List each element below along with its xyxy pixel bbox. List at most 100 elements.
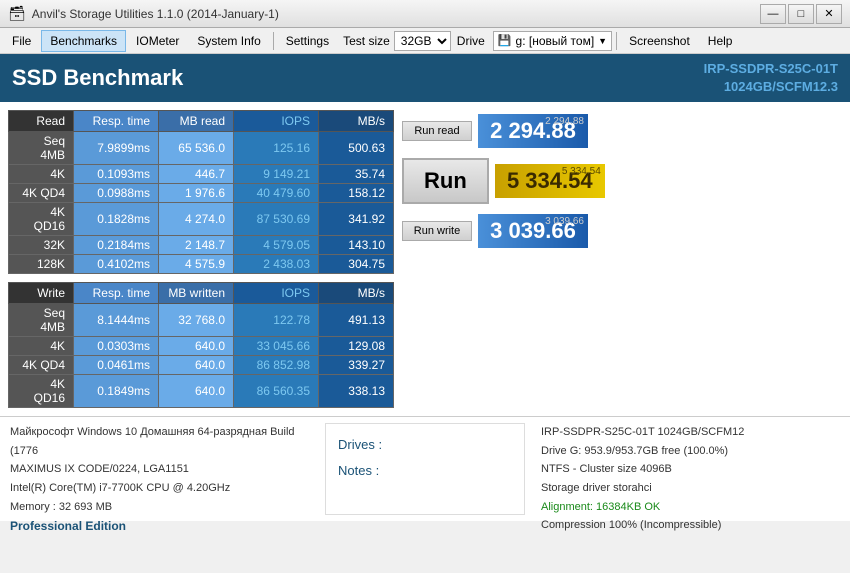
menu-system-info[interactable]: System Info bbox=[189, 30, 268, 52]
drive-icon: 💾 bbox=[498, 34, 512, 47]
footer-cpu: Intel(R) Core(TM) i7-7700K CPU @ 4.20GHz bbox=[10, 479, 309, 498]
read-header-mbs: MB/s bbox=[319, 111, 394, 132]
write-cell-2-4: 339.27 bbox=[319, 356, 394, 375]
test-size-control: Test size 32GB bbox=[343, 31, 451, 51]
footer-middle: Drives : Notes : bbox=[325, 423, 525, 515]
read-cell-2-3: 40 479.60 bbox=[234, 184, 319, 203]
drive-control: Drive 💾 g: [новый том] ▼ bbox=[457, 31, 612, 51]
close-button[interactable]: ✕ bbox=[816, 4, 842, 24]
ssd-model: IRP-SSDPR-S25C-01T 1024GB/SCFM12.3 bbox=[704, 60, 838, 96]
read-table-row: 4K QD160.1828ms4 274.087 530.69341.92 bbox=[9, 203, 394, 236]
menu-help[interactable]: Help bbox=[700, 30, 741, 52]
write-table-row: 4K0.0303ms640.033 045.66129.08 bbox=[9, 337, 394, 356]
menu-benchmarks[interactable]: Benchmarks bbox=[41, 30, 126, 52]
right-scores-panel: Run read 2 294.88 2 294.88 Run 5 334.54 … bbox=[402, 110, 605, 408]
write-cell-2-3: 86 852.98 bbox=[234, 356, 319, 375]
read-cell-4-0: 32K bbox=[9, 236, 74, 255]
read-cell-5-4: 304.75 bbox=[319, 255, 394, 274]
drive-name: g: [новый том] bbox=[516, 34, 595, 48]
menu-file[interactable]: File bbox=[4, 30, 39, 52]
footer-compression: Compression 100% (Incompressible) bbox=[541, 516, 840, 535]
total-score-box: 5 334.54 5 334.54 bbox=[495, 164, 605, 198]
read-table-row: 32K0.2184ms2 148.74 579.05143.10 bbox=[9, 236, 394, 255]
read-cell-1-2: 446.7 bbox=[159, 165, 234, 184]
footer-edition: Professional Edition bbox=[10, 516, 309, 536]
write-cell-3-4: 338.13 bbox=[319, 375, 394, 408]
read-cell-3-4: 341.92 bbox=[319, 203, 394, 236]
footer-os: Майкрософт Windows 10 Домашняя 64-разряд… bbox=[10, 423, 309, 460]
read-cell-2-4: 158.12 bbox=[319, 184, 394, 203]
write-cell-2-0: 4K QD4 bbox=[9, 356, 74, 375]
run-button[interactable]: Run bbox=[402, 158, 489, 204]
read-header-resp: Resp. time bbox=[74, 111, 159, 132]
read-table-row: 4K QD40.0988ms1 976.640 479.60158.12 bbox=[9, 184, 394, 203]
write-cell-1-0: 4K bbox=[9, 337, 74, 356]
footer: Майкрософт Windows 10 Домашняя 64-разряд… bbox=[0, 416, 850, 521]
footer-code: MAXIMUS IX CODE/0224, LGA1151 bbox=[10, 460, 309, 479]
write-cell-0-0: Seq 4MB bbox=[9, 304, 74, 337]
write-header-mb: MB written bbox=[159, 283, 234, 304]
footer-storage: Storage driver storahci bbox=[541, 479, 840, 498]
read-cell-1-1: 0.1093ms bbox=[74, 165, 159, 184]
footer-right-title: IRP-SSDPR-S25C-01T 1024GB/SCFM12 bbox=[541, 423, 840, 442]
title-bar: 🗃 Anvil's Storage Utilities 1.1.0 (2014-… bbox=[0, 0, 850, 28]
read-cell-4-1: 0.2184ms bbox=[74, 236, 159, 255]
run-write-button[interactable]: Run write bbox=[402, 221, 472, 241]
ssd-header: SSD Benchmark IRP-SSDPR-S25C-01T 1024GB/… bbox=[0, 54, 850, 102]
read-cell-2-1: 0.0988ms bbox=[74, 184, 159, 203]
minimize-button[interactable]: — bbox=[760, 4, 786, 24]
read-table-row: 128K0.4102ms4 575.92 438.03304.75 bbox=[9, 255, 394, 274]
test-size-select[interactable]: 32GB bbox=[394, 31, 451, 51]
model-name: IRP-SSDPR-S25C-01T bbox=[704, 60, 838, 78]
read-cell-5-0: 128K bbox=[9, 255, 74, 274]
menu-iometer[interactable]: IOMeter bbox=[128, 30, 187, 52]
read-cell-5-2: 4 575.9 bbox=[159, 255, 234, 274]
write-table-row: 4K QD160.1849ms640.086 560.35338.13 bbox=[9, 375, 394, 408]
read-cell-0-0: Seq 4MB bbox=[9, 132, 74, 165]
run-write-row: Run write 3 039.66 3 039.66 bbox=[402, 214, 605, 248]
menu-settings[interactable]: Settings bbox=[278, 30, 337, 52]
read-score-small: 2 294.88 bbox=[545, 116, 584, 127]
tables-area: Read Resp. time MB read IOPS MB/s Seq 4M… bbox=[8, 110, 394, 408]
read-cell-5-1: 0.4102ms bbox=[74, 255, 159, 274]
footer-alignment: Alignment: 16384KB OK bbox=[541, 498, 840, 517]
read-header-label: Read bbox=[9, 111, 74, 132]
read-cell-1-3: 9 149.21 bbox=[234, 165, 319, 184]
menu-screenshot[interactable]: Screenshot bbox=[621, 30, 698, 52]
write-cell-2-1: 0.0461ms bbox=[74, 356, 159, 375]
footer-notes: Notes : bbox=[338, 458, 512, 484]
test-size-label: Test size bbox=[343, 34, 390, 48]
run-read-button[interactable]: Run read bbox=[402, 121, 472, 141]
footer-memory: Memory : 32 693 MB bbox=[10, 498, 309, 517]
drive-label: Drive bbox=[457, 34, 485, 48]
write-score-small: 3 039.66 bbox=[545, 216, 584, 227]
read-table-row: Seq 4MB7.9899ms65 536.0125.16500.63 bbox=[9, 132, 394, 165]
write-cell-3-3: 86 560.35 bbox=[234, 375, 319, 408]
maximize-button[interactable]: □ bbox=[788, 4, 814, 24]
read-cell-0-1: 7.9899ms bbox=[74, 132, 159, 165]
write-cell-3-1: 0.1849ms bbox=[74, 375, 159, 408]
write-header-iops: IOPS bbox=[234, 283, 319, 304]
write-cell-0-2: 32 768.0 bbox=[159, 304, 234, 337]
read-cell-0-4: 500.63 bbox=[319, 132, 394, 165]
read-header-iops: IOPS bbox=[234, 111, 319, 132]
title-bar-text: Anvil's Storage Utilities 1.1.0 (2014-Ja… bbox=[32, 7, 760, 21]
write-cell-0-4: 491.13 bbox=[319, 304, 394, 337]
read-cell-3-1: 0.1828ms bbox=[74, 203, 159, 236]
drive-dropdown-icon: ▼ bbox=[598, 36, 607, 46]
write-cell-3-2: 640.0 bbox=[159, 375, 234, 408]
write-cell-3-0: 4K QD16 bbox=[9, 375, 74, 408]
read-cell-2-0: 4K QD4 bbox=[9, 184, 74, 203]
write-cell-1-3: 33 045.66 bbox=[234, 337, 319, 356]
read-cell-2-2: 1 976.6 bbox=[159, 184, 234, 203]
total-score-small: 5 334.54 bbox=[562, 166, 601, 177]
drive-selector[interactable]: 💾 g: [новый том] ▼ bbox=[493, 31, 612, 51]
write-cell-1-1: 0.0303ms bbox=[74, 337, 159, 356]
read-cell-0-3: 125.16 bbox=[234, 132, 319, 165]
menu-bar: File Benchmarks IOMeter System Info Sett… bbox=[0, 28, 850, 54]
read-table-row: 4K0.1093ms446.79 149.2135.74 bbox=[9, 165, 394, 184]
read-cell-4-4: 143.10 bbox=[319, 236, 394, 255]
main-content: Read Resp. time MB read IOPS MB/s Seq 4M… bbox=[0, 102, 850, 416]
app-icon: 🗃 bbox=[8, 5, 26, 22]
footer-drive-info: Drive G: 953.9/953.7GB free (100.0%) bbox=[541, 442, 840, 461]
